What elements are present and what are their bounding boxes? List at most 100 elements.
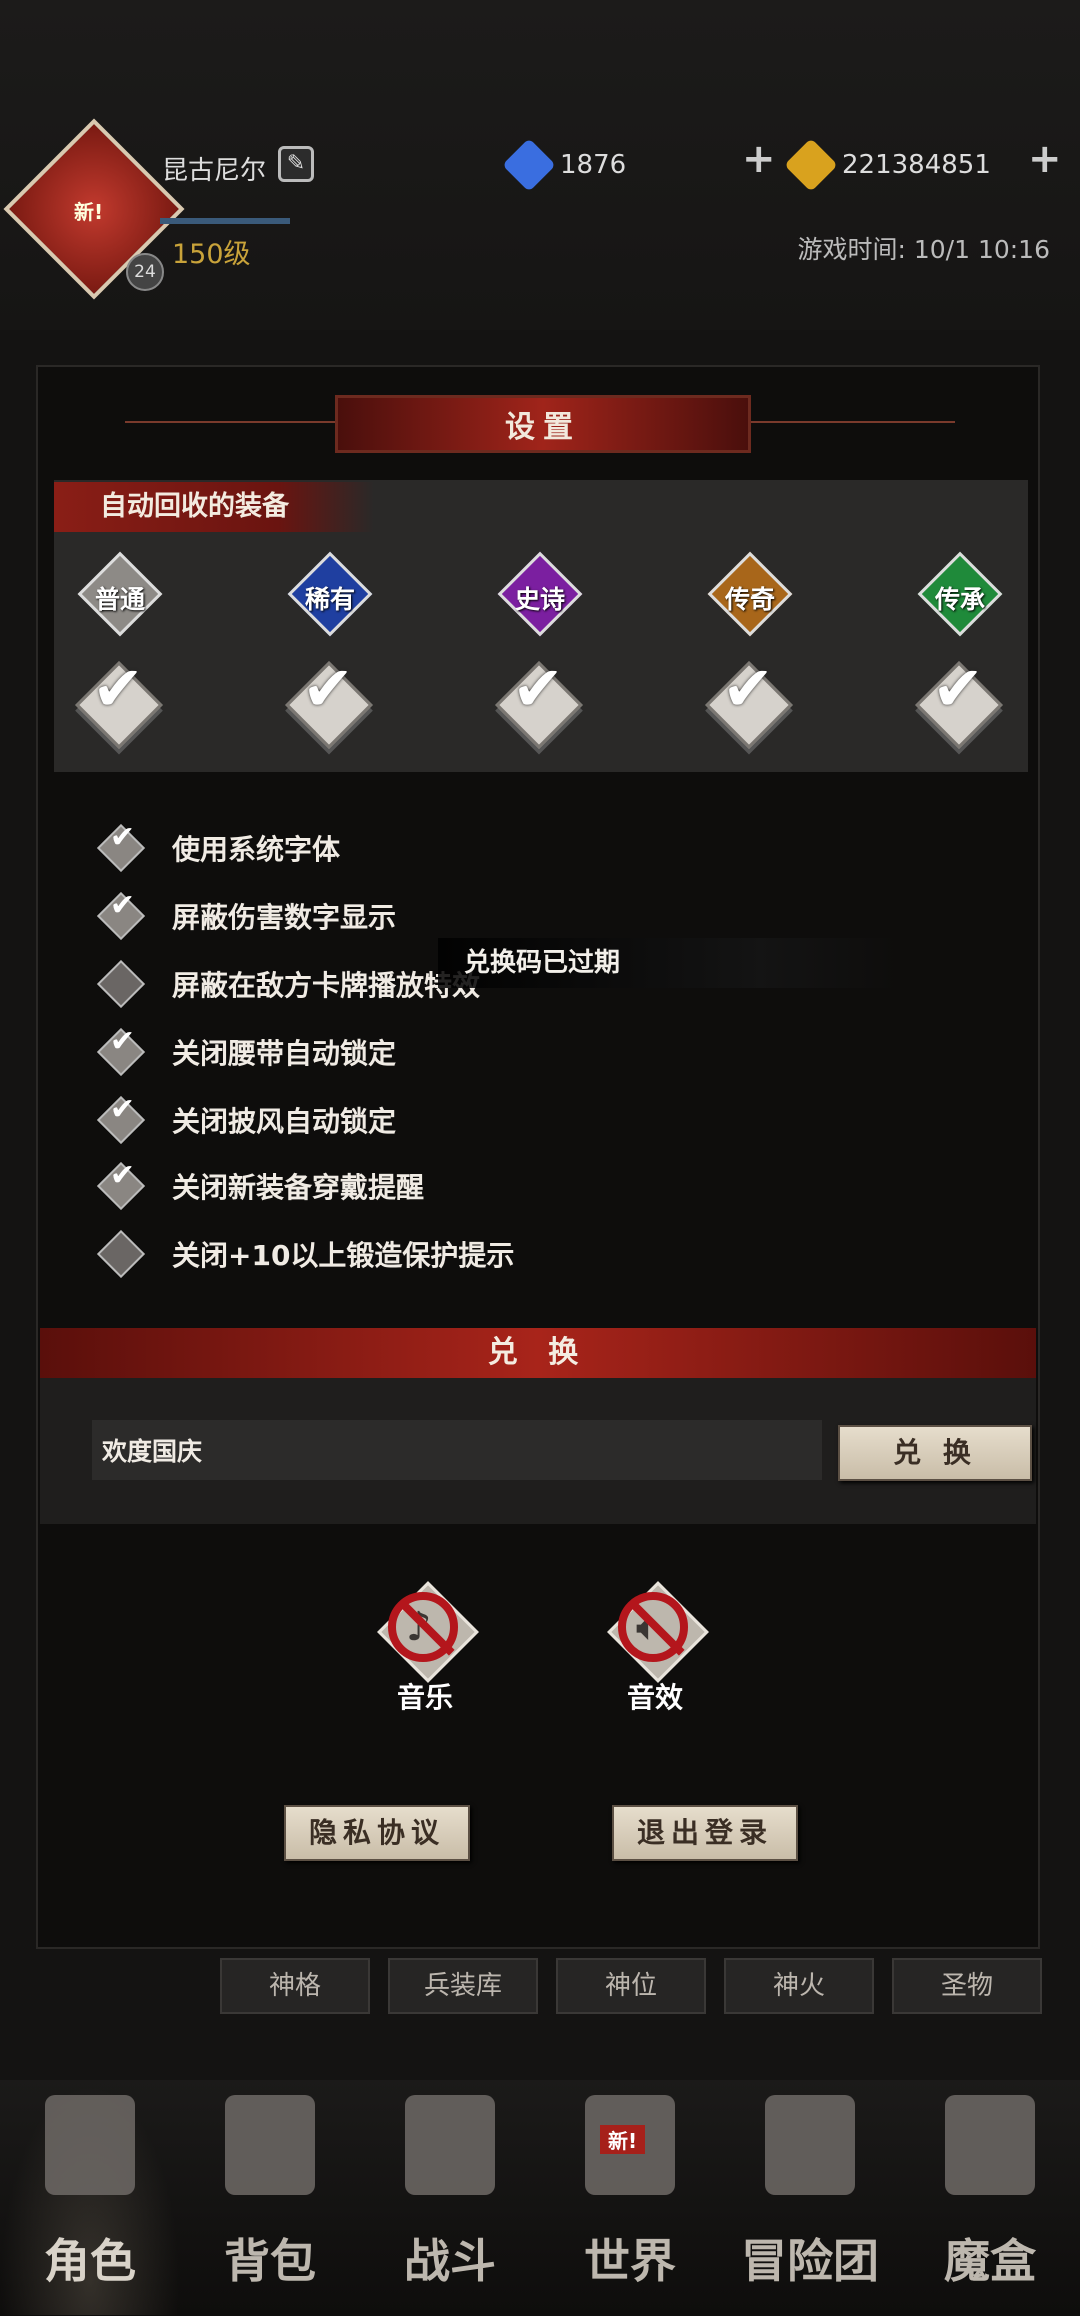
check-icon: ✔ xyxy=(109,1023,136,1059)
tab-relic[interactable]: 圣物 xyxy=(892,1958,1042,2014)
recycle-rare-checkbox[interactable]: ✔ xyxy=(285,652,373,749)
option-forge-protect-tip[interactable]: 关闭+10以上锻造保护提示 xyxy=(96,1229,515,1279)
add-gold-gem-button[interactable]: + xyxy=(1028,136,1062,182)
nav-character[interactable]: 角色 xyxy=(0,2085,180,2315)
check-icon: ✔ xyxy=(109,819,136,855)
nav-label: 战斗 xyxy=(404,2234,496,2288)
rarity-common-label: 普通 xyxy=(94,585,145,614)
currency-blue: 1876 xyxy=(502,138,627,192)
option-label: 屏蔽在敌方卡牌播放特效 xyxy=(172,969,481,1002)
check-icon: ✔ xyxy=(302,652,354,725)
recycle-epic-checkbox[interactable]: ✔ xyxy=(495,652,583,749)
muted-icon xyxy=(388,1592,458,1662)
rarity-rare-label: 稀有 xyxy=(304,585,355,614)
option-hide-enemy-effects[interactable]: 屏蔽在敌方卡牌播放特效 xyxy=(96,959,481,1009)
check-icon: ✔ xyxy=(109,1157,136,1193)
tab-divine-fire[interactable]: 神火 xyxy=(724,1958,874,2014)
add-blue-gem-button[interactable]: + xyxy=(742,136,776,182)
exp-bar xyxy=(160,218,290,224)
sfx-label: 音效 xyxy=(626,1681,683,1714)
option-hide-damage-numbers[interactable]: ✔ 屏蔽伤害数字显示 xyxy=(96,888,397,941)
title-decoration-right xyxy=(745,421,955,423)
nav-world[interactable]: 新! 世界 xyxy=(540,2085,720,2315)
rarity-legendary-label: 传奇 xyxy=(724,585,775,614)
backpack-icon xyxy=(225,2095,315,2195)
privacy-button[interactable]: 隐私协议 xyxy=(284,1805,470,1861)
option-label: 关闭+10以上锻造保护提示 xyxy=(172,1239,515,1272)
player-level: 150级 xyxy=(172,239,251,270)
option-label: 屏蔽伤害数字显示 xyxy=(172,901,397,934)
option-new-equip-reminder[interactable]: ✔ 关闭新装备穿戴提醒 xyxy=(96,1158,425,1211)
gold-gem-value: 221384851 xyxy=(842,150,991,180)
nav-adventure-group[interactable]: 冒险团 xyxy=(720,2085,900,2315)
redeem-code-input[interactable] xyxy=(92,1420,822,1480)
currency-gold: 221384851 xyxy=(784,138,991,192)
redeem-heading: 兑 换 xyxy=(40,1328,1036,1378)
option-belt-autolock[interactable]: ✔ 关闭腰带自动锁定 xyxy=(96,1024,397,1077)
rarity-epic: 史诗 xyxy=(486,551,586,660)
option-label: 使用系统字体 xyxy=(172,833,341,866)
game-time: 游戏时间: 10/1 10:16 xyxy=(797,235,1050,264)
rarity-epic-label: 史诗 xyxy=(514,585,565,614)
option-checkbox[interactable] xyxy=(96,959,146,1009)
title-decoration-left xyxy=(125,421,335,423)
recycle-legendary-checkbox[interactable]: ✔ xyxy=(705,652,793,749)
player-name: 昆古尼尔 xyxy=(162,156,267,186)
settings-title: 设置 xyxy=(335,395,751,453)
gold-gem-icon xyxy=(784,138,838,192)
nav-label: 魔盒 xyxy=(944,2234,1036,2288)
option-label: 关闭披风自动锁定 xyxy=(172,1105,397,1138)
nav-label: 背包 xyxy=(224,2234,316,2288)
castle-icon xyxy=(765,2095,855,2195)
nav-label: 冒险团 xyxy=(741,2234,879,2288)
option-label: 关闭新装备穿戴提醒 xyxy=(172,1171,425,1204)
check-icon: ✔ xyxy=(512,652,564,725)
new-badge: 新! xyxy=(600,2125,646,2154)
blue-gem-icon xyxy=(502,138,556,192)
avatar-level-badge: 24 xyxy=(126,253,164,291)
muted-icon xyxy=(618,1592,688,1662)
check-icon: ✔ xyxy=(92,652,144,725)
auto-recycle-heading: 自动回收的装备 xyxy=(54,482,374,532)
sword-shield-icon xyxy=(405,2095,495,2195)
rarity-rare: 稀有 xyxy=(276,551,376,660)
helmet-icon xyxy=(45,2095,135,2195)
music-label: 音乐 xyxy=(396,1681,453,1714)
nav-battle[interactable]: 战斗 xyxy=(360,2085,540,2315)
nav-backpack[interactable]: 背包 xyxy=(180,2085,360,2315)
option-checkbox[interactable]: ✔ xyxy=(96,888,146,941)
redeem-button[interactable]: 兑 换 xyxy=(838,1425,1032,1481)
logout-button[interactable]: 退出登录 xyxy=(612,1805,798,1861)
check-icon: ✔ xyxy=(932,652,984,725)
rarity-common: 普通 xyxy=(66,551,166,660)
option-checkbox[interactable]: ✔ xyxy=(96,1024,146,1077)
rarity-legendary: 传奇 xyxy=(696,551,796,660)
blue-gem-value: 1876 xyxy=(560,150,627,180)
check-icon: ✔ xyxy=(109,1091,136,1127)
option-cloak-autolock[interactable]: ✔ 关闭披风自动锁定 xyxy=(96,1092,397,1145)
recycle-common-checkbox[interactable]: ✔ xyxy=(75,652,163,749)
sfx-toggle[interactable]: 🔈︎ 音效 xyxy=(600,1581,710,1728)
option-checkbox[interactable]: ✔ xyxy=(96,1092,146,1145)
tab-god-seat[interactable]: 神位 xyxy=(556,1958,706,2014)
tab-divinity[interactable]: 神格 xyxy=(220,1958,370,2014)
avatar-new-badge: 新! xyxy=(74,200,104,224)
toast-message: 兑换码已过期 xyxy=(438,938,898,988)
nav-label: 角色 xyxy=(44,2234,136,2288)
option-checkbox[interactable]: ✔ xyxy=(96,1158,146,1211)
option-system-font[interactable]: ✔ 使用系统字体 xyxy=(96,820,341,873)
cube-icon xyxy=(945,2095,1035,2195)
nav-label: 世界 xyxy=(584,2234,676,2288)
check-icon: ✔ xyxy=(109,887,136,923)
edit-name-icon[interactable]: ✎ xyxy=(278,146,314,182)
option-label: 关闭腰带自动锁定 xyxy=(172,1037,397,1070)
rarity-heritage: 传承 xyxy=(906,551,1006,660)
nav-magic-box[interactable]: 魔盒 xyxy=(900,2085,1080,2315)
option-checkbox[interactable] xyxy=(96,1229,146,1279)
tab-armory[interactable]: 兵装库 xyxy=(388,1958,538,2014)
music-toggle[interactable]: ♪ 音乐 xyxy=(370,1581,480,1728)
rarity-heritage-label: 传承 xyxy=(934,585,985,614)
check-icon: ✔ xyxy=(722,652,774,725)
option-checkbox[interactable]: ✔ xyxy=(96,820,146,873)
recycle-heritage-checkbox[interactable]: ✔ xyxy=(915,652,1003,749)
